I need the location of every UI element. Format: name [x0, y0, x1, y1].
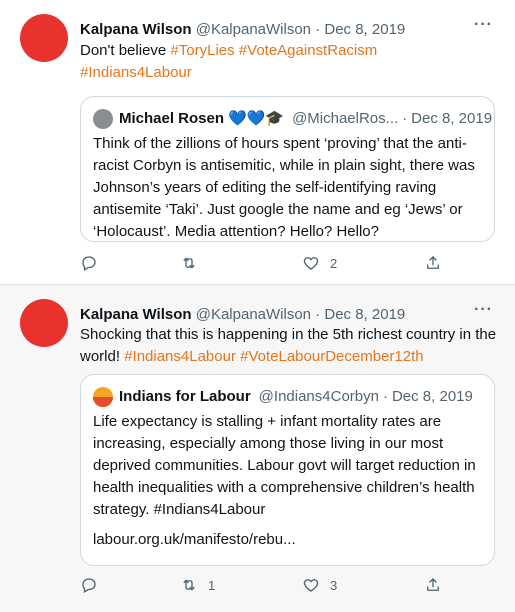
- tweet[interactable]: Kalpana Wilson @KalpanaWilson · Dec 8, 2…: [0, 285, 515, 612]
- quoted-tweet-link[interactable]: labour.org.uk/manifesto/rebu...: [93, 529, 296, 551]
- quoted-author-handle: @MichaelRos...: [292, 110, 399, 127]
- like-count: 3: [330, 577, 338, 593]
- tweet-text: Shocking that this is happening in the 5…: [80, 324, 500, 368]
- hashtag-link[interactable]: #Indians4Labour: [80, 64, 192, 81]
- tweet-text: Don't believe #ToryLies #VoteAgainstRaci…: [80, 40, 500, 84]
- like-button[interactable]: 3: [302, 576, 337, 594]
- separator-dot: ·: [402, 110, 408, 127]
- hashtag-link[interactable]: #VoteLabourDecember12th: [240, 348, 423, 365]
- tweet-date[interactable]: Dec 8, 2019: [324, 306, 405, 323]
- author-name[interactable]: Kalpana Wilson: [80, 306, 192, 323]
- hashtag-link[interactable]: #Indians4Labour: [124, 348, 236, 365]
- tweet[interactable]: Kalpana Wilson @KalpanaWilson · Dec 8, 2…: [0, 0, 515, 285]
- more-options-icon[interactable]: ···: [474, 301, 493, 319]
- quoted-tweet-date: Dec 8, 2019: [411, 110, 493, 127]
- quoted-tweet-date: Dec 8, 2019: [391, 388, 473, 405]
- share-icon: [427, 578, 439, 591]
- heart-icon: [303, 257, 319, 270]
- share-icon: [427, 256, 439, 269]
- quoted-tweet-header: Indians for Labour @Indians4Corbyn · Dec…: [93, 387, 473, 407]
- quoted-tweet-text: Life expectancy is stalling + infant mor…: [93, 413, 476, 518]
- quoted-author-name: Indians for Labour: [119, 388, 251, 405]
- retweet-icon: [183, 257, 195, 269]
- profile-emoji-badge: 💙💙🎓: [228, 110, 285, 127]
- quoted-author-handle: @Indians4Corbyn: [258, 388, 379, 405]
- tweet-header: Kalpana Wilson @KalpanaWilson · Dec 8, 2…: [80, 306, 405, 324]
- more-options-icon[interactable]: ···: [474, 16, 493, 34]
- author-handle[interactable]: @KalpanaWilson: [196, 306, 311, 323]
- tweet-actions: 2: [80, 254, 450, 274]
- reply-icon: [82, 578, 96, 593]
- share-button[interactable]: [424, 576, 442, 594]
- reply-button[interactable]: [80, 254, 108, 272]
- tweet-header: Kalpana Wilson @KalpanaWilson · Dec 8, 2…: [80, 21, 405, 39]
- hashtag-link[interactable]: #ToryLies: [170, 42, 234, 59]
- quoted-tweet-text: Think of the zillions of hours spent ‘pr…: [93, 135, 475, 240]
- reply-icon: [82, 256, 96, 271]
- quoted-tweet[interactable]: Michael Rosen 💙💙🎓 @MichaelRos... · Dec 8…: [80, 96, 495, 242]
- avatar: [93, 109, 113, 129]
- retweet-count: 1: [208, 577, 216, 593]
- separator-dot: ·: [315, 306, 321, 323]
- hashtag-link[interactable]: #VoteAgainstRacism: [239, 42, 377, 59]
- avatar[interactable]: [20, 299, 68, 347]
- reply-button[interactable]: [80, 576, 108, 594]
- quoted-author-name: Michael Rosen: [119, 110, 225, 127]
- retweet-icon: [183, 579, 195, 591]
- separator-dot: ·: [382, 388, 388, 405]
- tweet-text-plain: Don't believe: [80, 42, 171, 59]
- quoted-tweet[interactable]: Indians for Labour @Indians4Corbyn · Dec…: [80, 374, 495, 566]
- author-handle[interactable]: @KalpanaWilson: [196, 21, 311, 38]
- retweet-button[interactable]: 1: [180, 576, 215, 594]
- avatar[interactable]: [20, 14, 68, 62]
- like-count: 2: [330, 255, 338, 271]
- avatar: [93, 387, 113, 407]
- separator-dot: ·: [315, 21, 321, 38]
- quoted-tweet-header: Michael Rosen 💙💙🎓 @MichaelRos... · Dec 8…: [93, 109, 492, 129]
- retweet-button[interactable]: [180, 254, 208, 272]
- tweet-actions: 1 3: [80, 576, 450, 596]
- like-button[interactable]: 2: [302, 254, 337, 272]
- tweet-date[interactable]: Dec 8, 2019: [324, 21, 405, 38]
- heart-icon: [303, 579, 319, 592]
- share-button[interactable]: [424, 254, 442, 272]
- author-name[interactable]: Kalpana Wilson: [80, 21, 192, 38]
